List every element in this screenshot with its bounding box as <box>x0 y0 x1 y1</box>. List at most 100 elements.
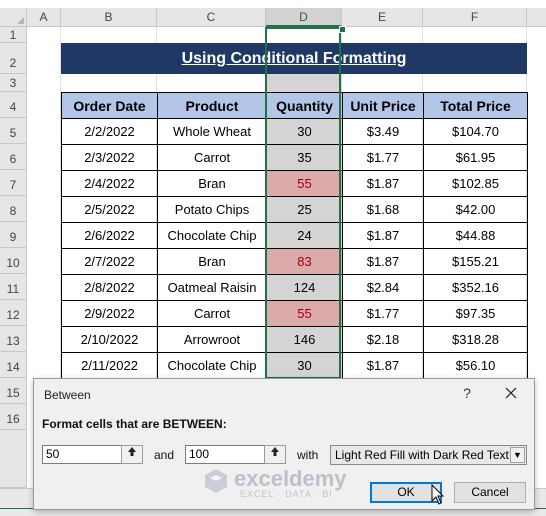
cell-unit-price[interactable]: $1.87 <box>342 248 424 275</box>
cell-unit-price[interactable]: $2.84 <box>342 274 424 301</box>
cell-unit-price[interactable]: $1.87 <box>342 170 424 197</box>
cell-quantity-highlighted[interactable]: 83 <box>266 248 343 275</box>
row-header-6[interactable]: 6 <box>0 144 27 170</box>
format-select-value: Light Red Fill with Dark Red Text <box>335 448 509 462</box>
row-header-5[interactable]: 5 <box>0 118 27 144</box>
header-product[interactable]: Product <box>157 92 267 119</box>
table-row: 2/5/2022 Potato Chips 25 $1.68 $42.00 <box>61 196 528 223</box>
cell-total-price[interactable]: $97.35 <box>423 300 528 327</box>
cell-total-price[interactable]: $56.10 <box>423 352 528 379</box>
cell-quantity[interactable]: 146 <box>266 326 343 353</box>
cell-quantity[interactable]: 30 <box>266 352 343 379</box>
header-order-date[interactable]: Order Date <box>61 92 158 119</box>
cell-quantity-highlighted[interactable]: 55 <box>266 300 343 327</box>
cell-total-price[interactable]: $318.28 <box>423 326 528 353</box>
row-header-11[interactable]: 11 <box>0 274 27 300</box>
col-header-d[interactable]: D <box>266 8 342 27</box>
row-header-13[interactable]: 13 <box>0 326 27 352</box>
watermark-tagline: EXCEL · DATA · BI <box>240 489 333 499</box>
close-button[interactable] <box>500 383 522 403</box>
cell-unit-price[interactable]: $1.87 <box>342 352 424 379</box>
cell-unit-price[interactable]: $3.49 <box>342 118 424 145</box>
cell-product[interactable]: Whole Wheat <box>157 118 267 145</box>
cell-unit-price[interactable]: $1.77 <box>342 144 424 171</box>
row-header-12[interactable]: 12 <box>0 300 27 326</box>
select-all-corner[interactable] <box>0 8 27 27</box>
row-header-7[interactable]: 7 <box>0 170 27 196</box>
cell-total-price[interactable]: $155.21 <box>423 248 528 275</box>
cell-total-price[interactable]: $42.00 <box>423 196 528 223</box>
cell-quantity[interactable]: 24 <box>266 222 343 249</box>
cell-total-price[interactable]: $102.85 <box>423 170 528 197</box>
table-row: 2/7/2022 Bran 83 $1.87 $155.21 <box>61 248 528 275</box>
upper-bound-input[interactable]: 100 <box>185 445 273 464</box>
table-row: 2/8/2022 Oatmeal Raisin 124 $2.84 $352.1… <box>61 274 528 301</box>
col-header-e[interactable]: E <box>342 8 423 27</box>
cell-quantity[interactable]: 124 <box>266 274 343 301</box>
row-header-8[interactable]: 8 <box>0 196 27 222</box>
cell-order-date[interactable]: 2/7/2022 <box>61 248 158 275</box>
table-row: 2/3/2022 Carrot 35 $1.77 $61.95 <box>61 144 528 171</box>
row-header-14[interactable]: 14 <box>0 352 27 378</box>
cell-order-date[interactable]: 2/3/2022 <box>61 144 158 171</box>
spreadsheet: A B C D E F 1 2 3 4 5 6 7 8 9 10 11 12 1… <box>0 0 546 516</box>
exceldemy-logo-icon <box>205 469 227 493</box>
cell-quantity[interactable]: 35 <box>266 144 343 171</box>
cell-product[interactable]: Chocolate Chip <box>157 352 267 379</box>
row-header-3[interactable]: 3 <box>0 74 27 92</box>
cell-total-price[interactable]: $61.95 <box>423 144 528 171</box>
row-header-2[interactable]: 2 <box>0 43 27 74</box>
cell-order-date[interactable]: 2/9/2022 <box>61 300 158 327</box>
fill-handle[interactable] <box>339 26 346 33</box>
cell-product[interactable]: Carrot <box>157 144 267 171</box>
data-table: Order Date Product Quantity Unit Price T… <box>61 92 528 379</box>
cell-order-date[interactable]: 2/6/2022 <box>61 222 158 249</box>
cell-total-price[interactable]: $44.88 <box>423 222 528 249</box>
col-header-f[interactable]: F <box>423 8 527 27</box>
cell-product[interactable]: Chocolate Chip <box>157 222 267 249</box>
row-header-1[interactable]: 1 <box>0 27 27 43</box>
format-select[interactable]: Light Red Fill with Dark Red Text ▼ <box>330 445 527 465</box>
row-header-10[interactable]: 10 <box>0 248 27 274</box>
cancel-button[interactable]: Cancel <box>454 482 526 503</box>
dialog-title: Between <box>44 388 91 402</box>
col-header-b[interactable]: B <box>61 8 157 27</box>
cell-unit-price[interactable]: $2.18 <box>342 326 424 353</box>
cell-product[interactable]: Arrowroot <box>157 326 267 353</box>
cell-total-price[interactable]: $352.16 <box>423 274 528 301</box>
row-header-15[interactable]: 15 <box>0 378 27 404</box>
upper-bound-ref-button[interactable] <box>264 445 286 464</box>
header-unit-price[interactable]: Unit Price <box>342 92 424 119</box>
col-header-c[interactable]: C <box>157 8 266 27</box>
cell-order-date[interactable]: 2/10/2022 <box>61 326 158 353</box>
cell-product[interactable]: Bran <box>157 248 267 275</box>
cell-order-date[interactable]: 2/2/2022 <box>61 118 158 145</box>
cell-product[interactable]: Bran <box>157 170 267 197</box>
header-quantity[interactable]: Quantity <box>266 92 343 119</box>
cell-product[interactable]: Potato Chips <box>157 196 267 223</box>
cell-order-date[interactable]: 2/8/2022 <box>61 274 158 301</box>
cell-total-price[interactable]: $104.70 <box>423 118 528 145</box>
cell-unit-price[interactable]: $1.68 <box>342 196 424 223</box>
chevron-down-icon[interactable]: ▼ <box>510 447 525 463</box>
row-header-4[interactable]: 4 <box>0 92 27 118</box>
lower-bound-input[interactable]: 50 <box>42 445 131 464</box>
lower-bound-ref-button[interactable] <box>121 445 143 464</box>
cell-unit-price[interactable]: $1.77 <box>342 300 424 327</box>
cell-product[interactable]: Carrot <box>157 300 267 327</box>
col-header-a[interactable]: A <box>27 8 61 27</box>
cell-product[interactable]: Oatmeal Raisin <box>157 274 267 301</box>
header-total-price[interactable]: Total Price <box>423 92 528 119</box>
cell-order-date[interactable]: 2/4/2022 <box>61 170 158 197</box>
cell-order-date[interactable]: 2/5/2022 <box>61 196 158 223</box>
exceldemy-watermark: exceldemy EXCEL · DATA · BI <box>202 466 347 500</box>
cell-quantity[interactable]: 30 <box>266 118 343 145</box>
row-header-9[interactable]: 9 <box>0 222 27 248</box>
cell-quantity[interactable]: 25 <box>266 196 343 223</box>
cell-quantity-highlighted[interactable]: 55 <box>266 170 343 197</box>
sheet-title[interactable]: Using Conditional Formatting <box>61 43 527 74</box>
cell-order-date[interactable]: 2/11/2022 <box>61 352 158 379</box>
cell-unit-price[interactable]: $1.87 <box>342 222 424 249</box>
help-button[interactable]: ? <box>459 385 475 401</box>
row-header-16[interactable]: 16 <box>0 404 27 430</box>
